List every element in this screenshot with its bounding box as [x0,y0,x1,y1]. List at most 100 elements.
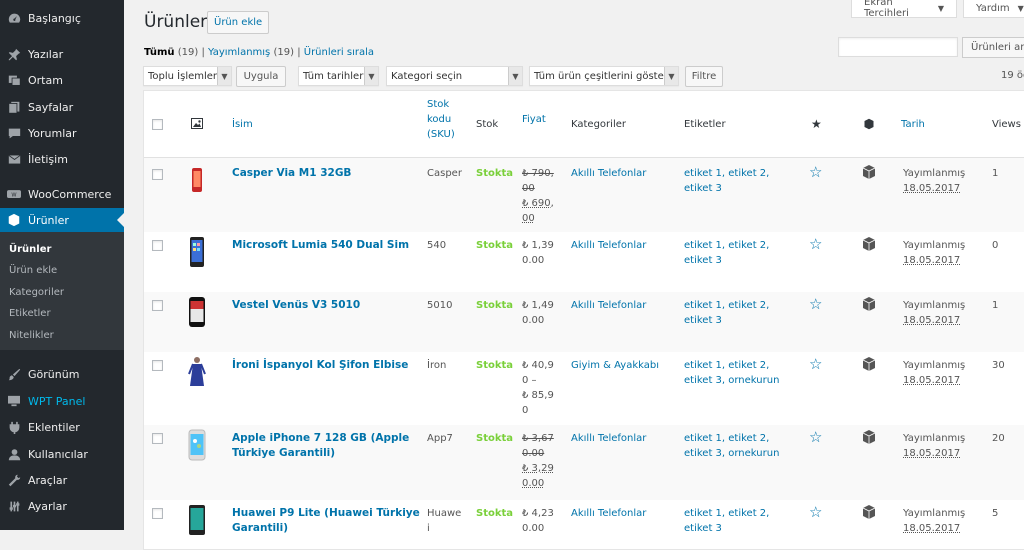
sale-price-cont: 0.00 [522,478,545,489]
row-checkbox[interactable] [152,240,163,251]
dates-select[interactable]: Tüm tarihler ▼ [298,66,379,86]
submenu-add-product[interactable]: Ürün ekle [9,265,57,276]
menu-item-wpt-panel[interactable]: WPT Panel [0,389,124,413]
row-checkbox[interactable] [152,508,163,519]
tags-line[interactable]: etiket 3 [684,521,769,536]
product-name-line[interactable]: Huawei P9 Lite (Huawei Türkiye [232,506,420,521]
product-category[interactable]: Giyim & Ayakkabı [571,358,659,373]
row-checkbox[interactable] [152,433,163,444]
bulk-actions-select[interactable]: Toplu İşlemler ▼ [143,66,232,86]
featured-star-icon[interactable]: ☆ [809,237,822,252]
product-price: ₺ 3,67 0.00 ₺ 3,29 0.00 [522,431,554,491]
product-name[interactable]: Vestel Venüs V3 5010 [232,298,360,313]
product-name-line[interactable]: Türkiye Garantili) [232,446,409,461]
product-tags[interactable]: etiket 1, etiket 2, etiket 3, ornekurun [684,431,779,461]
product-thumbnail[interactable] [183,164,211,196]
product-thumbnail[interactable] [183,236,211,268]
product-thumbnail[interactable] [183,429,211,461]
product-thumbnail[interactable] [183,504,211,536]
column-sku-1[interactable]: Stok [427,99,449,110]
row-checkbox[interactable] [152,360,163,371]
featured-star-icon[interactable]: ☆ [809,357,822,372]
menu-item-comments[interactable]: Yorumlar [0,121,124,145]
product-tags[interactable]: etiket 1, etiket 2, etiket 3, ornekurun [684,358,779,388]
product-category[interactable]: Akıllı Telefonlar [571,431,646,446]
featured-star-icon[interactable]: ☆ [809,430,822,445]
publish-status: Yayımlanmış [903,240,966,251]
menu-item-appearance[interactable]: Görünüm [0,362,124,386]
product-tags[interactable]: etiket 1, etiket 2, etiket 3 [684,298,769,328]
tags-line[interactable]: etiket 3, ornekurun [684,373,779,388]
submenu-categories[interactable]: Kategoriler [9,287,64,298]
menu-item-pages[interactable]: Sayfalar [0,95,124,119]
product-category[interactable]: Akıllı Telefonlar [571,238,646,253]
menu-item-dashboard[interactable]: Başlangıç [0,6,124,30]
menu-item-settings[interactable]: Ayarlar [0,494,124,518]
column-price[interactable]: Fiyat [522,114,546,125]
menu-item-media[interactable]: Ortam [0,68,124,92]
product-name-line[interactable]: Garantili) [232,521,420,536]
sort-products-link[interactable]: Ürünleri sırala [304,47,374,58]
featured-star-icon[interactable]: ☆ [809,165,822,180]
product-tags[interactable]: etiket 1, etiket 2, etiket 3 [684,238,769,268]
submenu-tags[interactable]: Etiketler [9,308,51,319]
menu-item-contact[interactable]: İletişim [0,147,124,171]
tags-line[interactable]: etiket 3 [684,313,769,328]
product-category[interactable]: Akıllı Telefonlar [571,298,646,313]
menu-item-products[interactable]: Ürünler [0,208,124,232]
regular-price: ₺ 790, [522,168,554,179]
featured-star-icon[interactable]: ☆ [809,297,822,312]
tags-line[interactable]: etiket 1, etiket 2, [684,431,779,446]
row-checkbox[interactable] [152,169,163,180]
select-all-checkbox[interactable] [152,119,163,130]
regular-price: ₺ 3,67 [522,433,554,444]
tags-line[interactable]: etiket 3 [684,181,769,196]
menu-item-posts[interactable]: Yazılar [0,42,124,66]
filter-all[interactable]: Tümü [144,47,175,58]
screen-options-tab[interactable]: Ekran Tercihleri ▼ [851,0,957,19]
product-date: Yayımlanmış 18.05.2017 [903,506,965,536]
filter-button[interactable]: Filtre [685,66,723,87]
tags-line[interactable]: etiket 1, etiket 2, [684,238,769,253]
product-name[interactable]: Casper Via M1 32GB [232,166,351,181]
search-products-button[interactable]: Ürünleri ara [962,37,1024,58]
items-count: 19 öğe [1001,70,1024,81]
column-sku-2[interactable]: kodu [427,114,451,125]
tags-line[interactable]: etiket 1, etiket 2, [684,506,769,521]
tags-line[interactable]: etiket 1, etiket 2, [684,298,769,313]
tags-line[interactable]: etiket 3, ornekurun [684,446,779,461]
tags-line[interactable]: etiket 1, etiket 2, [684,358,779,373]
menu-item-tools[interactable]: Araçlar [0,468,124,492]
category-select[interactable]: Kategori seçin ▼ [386,66,523,86]
product-name[interactable]: İroni İspanyol Kol Şifon Elbise [232,358,408,373]
menu-item-woocommerce[interactable]: W WooCommerce [0,182,124,206]
submenu-attributes[interactable]: Nitelikler [9,330,54,341]
menu-item-users[interactable]: Kullanıcılar [0,442,124,466]
tags-line[interactable]: etiket 1, etiket 2, [684,166,769,181]
product-tags[interactable]: etiket 1, etiket 2, etiket 3 [684,506,769,536]
search-input[interactable] [838,37,958,57]
apply-button[interactable]: Uygula [236,66,286,87]
stock-status: Stokta [476,360,514,371]
product-thumbnail[interactable] [183,356,211,388]
product-name[interactable]: Microsoft Lumia 540 Dual Sim [232,238,409,253]
product-name[interactable]: Huawei P9 Lite (Huawei Türkiye Garantili… [232,506,420,536]
product-tags[interactable]: etiket 1, etiket 2, etiket 3 [684,166,769,196]
row-checkbox[interactable] [152,300,163,311]
menu-item-plugins[interactable]: Eklentiler [0,415,124,439]
column-sku-3[interactable]: (SKU) [427,129,455,140]
help-tab[interactable]: Yardım ▼ [963,0,1024,18]
product-category[interactable]: Akıllı Telefonlar [571,166,646,181]
column-date[interactable]: Tarih [901,119,925,130]
featured-star-icon[interactable]: ☆ [809,505,822,520]
submenu-products[interactable]: Ürünler [9,244,51,255]
product-category[interactable]: Akıllı Telefonlar [571,506,646,521]
product-name[interactable]: Apple iPhone 7 128 GB (Apple Türkiye Gar… [232,431,409,461]
tags-line[interactable]: etiket 3 [684,253,769,268]
product-thumbnail[interactable] [183,296,211,328]
add-product-button[interactable]: Ürün ekle [207,11,270,34]
product-type-select[interactable]: Tüm ürün çeşitlerini göster ▼ [529,66,679,86]
column-name[interactable]: İsim [232,119,253,130]
filter-published[interactable]: Yayımlanmış [208,47,270,58]
product-name-line[interactable]: Apple iPhone 7 128 GB (Apple [232,431,409,446]
